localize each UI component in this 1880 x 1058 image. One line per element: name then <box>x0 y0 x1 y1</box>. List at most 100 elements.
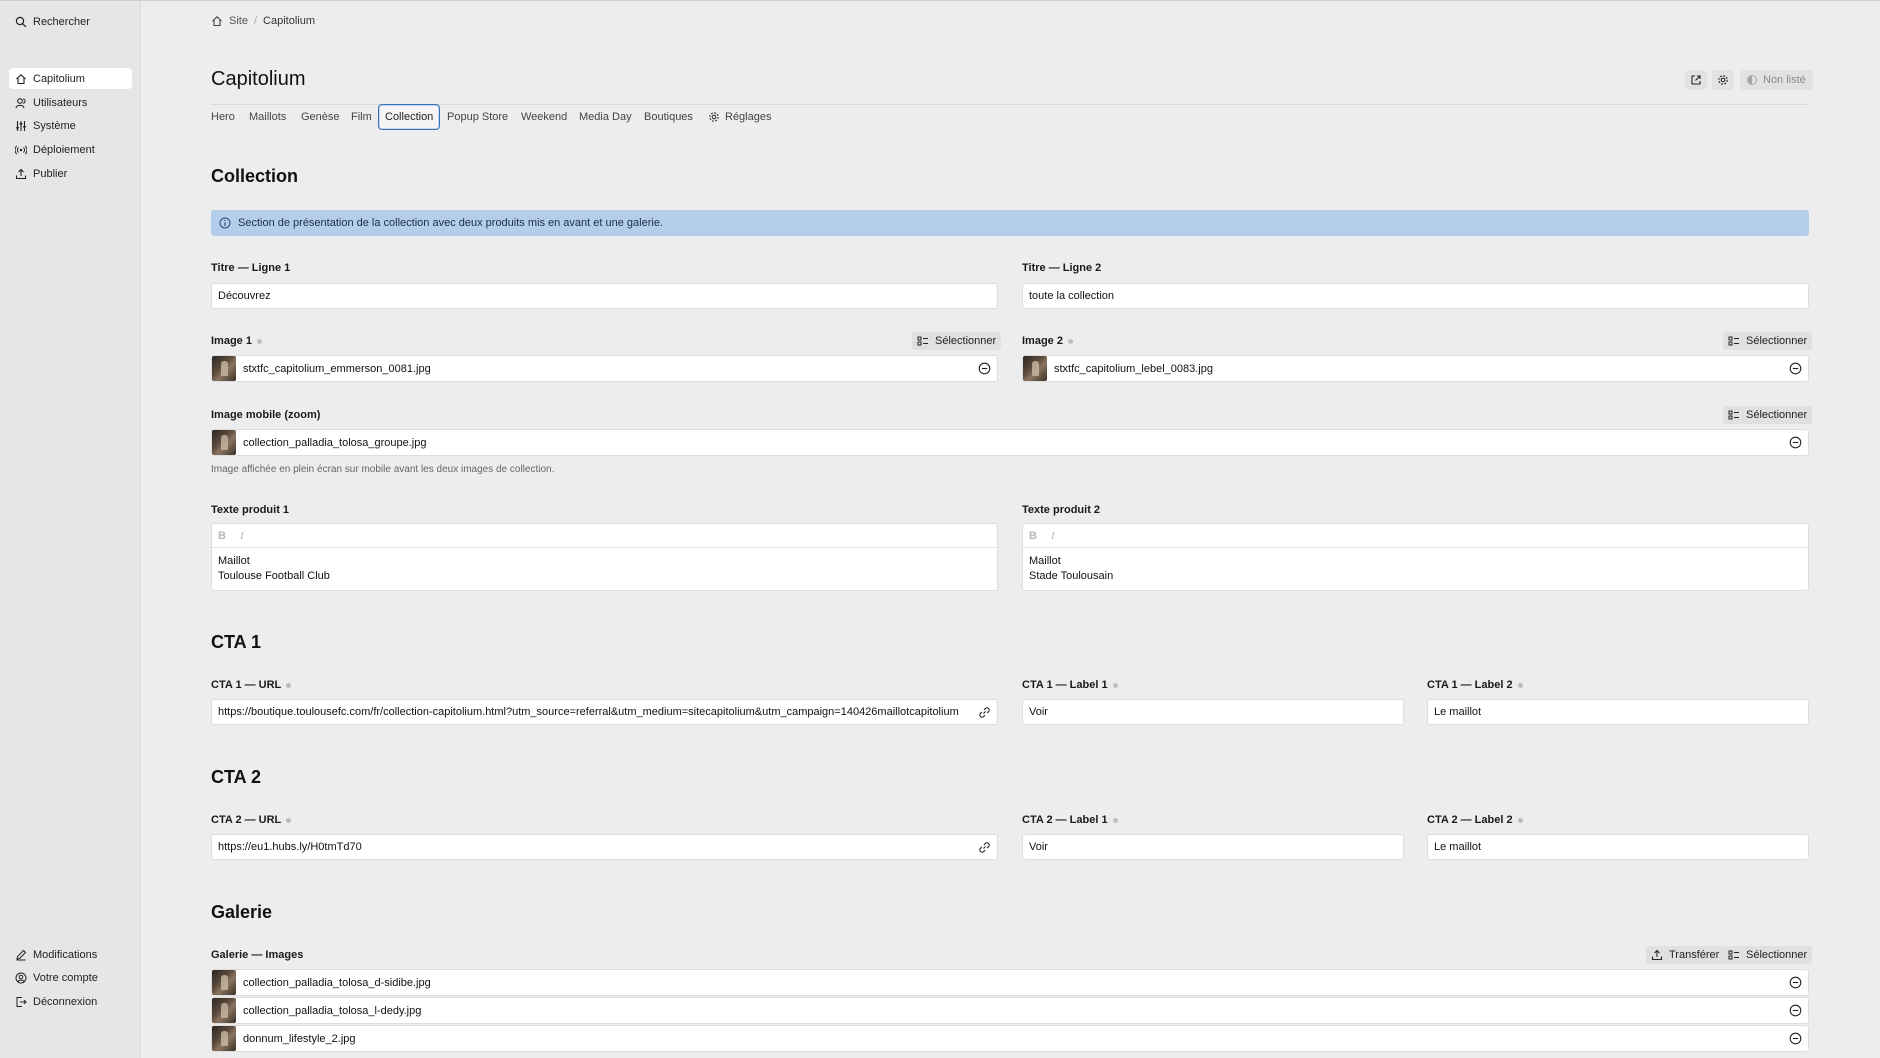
sidebar-item-votre-compte[interactable]: Votre compte <box>9 967 132 988</box>
italic-button[interactable]: I <box>1051 530 1055 542</box>
image1-select-button[interactable]: Sélectionner <box>912 332 1002 350</box>
pencil-icon <box>16 949 27 960</box>
image2-label: Image 2 <box>1022 335 1073 347</box>
button-label: Sélectionner <box>1746 949 1808 961</box>
sidebar-item-utilisateurs[interactable]: Utilisateurs <box>9 92 132 113</box>
breadcrumb-current[interactable]: Capitolium <box>263 15 315 27</box>
sidebar-item-deploiement[interactable]: Déploiement <box>9 139 132 160</box>
link-icon[interactable] <box>978 706 991 719</box>
section-title-collection: Collection <box>211 166 299 186</box>
field-label: CTA 2 — Label 1 <box>1022 814 1108 826</box>
sidebar: Rechercher Capitolium Utilisateurs Systè… <box>0 1 141 1058</box>
field-value: https://boutique.toulousefc.com/fr/colle… <box>218 706 959 718</box>
button-label: Sélectionner <box>935 335 997 347</box>
titre1-field[interactable]: Découvrez <box>211 283 998 309</box>
required-indicator <box>256 338 262 344</box>
section-title-galerie: Galerie <box>211 902 273 922</box>
texte1-editor[interactable]: B I Maillot Toulouse Football Club <box>211 523 998 591</box>
image1-file-row[interactable]: stxtfc_capitolium_emmerson_0081.jpg <box>211 355 998 382</box>
list-select-icon <box>1728 410 1739 420</box>
field-label: Image 2 <box>1022 335 1063 347</box>
tab-label: Hero <box>211 111 235 123</box>
sidebar-item-deconnexion[interactable]: Déconnexion <box>9 991 132 1012</box>
field-label: Image mobile (zoom) <box>211 409 321 421</box>
editor-body[interactable]: Maillot Stade Toulousain <box>1023 548 1808 590</box>
texte2-editor[interactable]: B I Maillot Stade Toulousain <box>1022 523 1809 591</box>
tab-media-day[interactable]: Media Day <box>573 104 638 130</box>
titre2-field[interactable]: toute la collection <box>1022 283 1809 309</box>
cta2-label2-field[interactable]: Le maillot <box>1427 834 1809 860</box>
bold-button[interactable]: B <box>1029 530 1037 542</box>
status-icon <box>1747 75 1757 85</box>
tab-label: Genèse <box>301 111 340 123</box>
field-label: Titre — Ligne 1 <box>211 262 291 274</box>
image2-select-button[interactable]: Sélectionner <box>1723 332 1813 350</box>
tab-reglages[interactable]: Réglages <box>702 104 777 130</box>
tab-popup-store[interactable]: Popup Store <box>441 104 514 130</box>
sidebar-item-modifications[interactable]: Modifications <box>9 944 132 965</box>
field-label: Titre — Ligne 2 <box>1022 262 1102 274</box>
galerie-images-label: Galerie — Images <box>211 949 303 961</box>
status-badge[interactable]: Non listé <box>1740 70 1813 90</box>
remove-icon[interactable] <box>1789 362 1802 375</box>
required-indicator <box>1517 682 1523 688</box>
remove-icon[interactable] <box>978 362 991 375</box>
galerie-upload-button[interactable]: Transférer <box>1646 946 1725 964</box>
tab-label: Popup Store <box>447 111 509 123</box>
cta2-label1-field[interactable]: Voir <box>1022 834 1404 860</box>
breadcrumb-root[interactable]: Site <box>229 15 248 27</box>
field-value: Le maillot <box>1434 841 1482 853</box>
tab-collection[interactable]: Collection <box>378 104 441 130</box>
sidebar-item-capitolium[interactable]: Capitolium <box>9 68 132 89</box>
remove-icon[interactable] <box>1789 1004 1802 1017</box>
link-icon[interactable] <box>978 841 991 854</box>
broadcast-icon <box>15 144 27 155</box>
cta1-label1-field[interactable]: Voir <box>1022 699 1404 725</box>
tab-hero[interactable]: Hero <box>205 104 241 130</box>
sidebar-item-label: Votre compte <box>33 971 98 984</box>
home-icon[interactable] <box>211 15 223 27</box>
list-select-icon <box>917 336 928 346</box>
cta2-url-field[interactable]: https://eu1.hubs.ly/H0tmTd70 <box>211 834 998 860</box>
field-value: toute la collection <box>1029 290 1114 302</box>
bold-button[interactable]: B <box>218 530 226 542</box>
search-button[interactable]: Rechercher <box>9 11 132 32</box>
editor-body[interactable]: Maillot Toulouse Football Club <box>212 548 997 590</box>
required-indicator <box>1067 338 1073 344</box>
image-mobile-file-row[interactable]: collection_palladia_tolosa_groupe.jpg <box>211 429 1809 456</box>
sidebar-item-publier[interactable]: Publier <box>9 163 132 184</box>
list-item[interactable]: collection_palladia_tolosa_l-dedy.jpg <box>211 997 1809 1024</box>
home-icon <box>16 73 26 84</box>
list-select-icon <box>1728 336 1739 346</box>
field-label: Image 1 <box>211 335 252 347</box>
image-thumbnail <box>212 430 236 455</box>
tab-maillots[interactable]: Maillots <box>243 104 292 130</box>
open-external-button[interactable] <box>1685 70 1707 90</box>
editor-line: Maillot <box>218 555 250 567</box>
editor-toolbar: B I <box>1023 524 1808 548</box>
external-link-icon <box>1691 75 1701 85</box>
tab-boutiques[interactable]: Boutiques <box>638 104 699 130</box>
remove-icon[interactable] <box>1789 436 1802 449</box>
list-item[interactable]: donnum_lifestyle_2.jpg <box>211 1025 1809 1052</box>
cta1-url-field[interactable]: https://boutique.toulousefc.com/fr/colle… <box>211 699 998 725</box>
galerie-select-button[interactable]: Sélectionner <box>1723 946 1813 964</box>
italic-button[interactable]: I <box>240 530 244 542</box>
field-label: CTA 2 — Label 2 <box>1427 814 1513 826</box>
image-mobile-select-button[interactable]: Sélectionner <box>1723 406 1813 424</box>
image2-file-row[interactable]: stxtfc_capitolium_lebel_0083.jpg <box>1022 355 1809 382</box>
sidebar-item-systeme[interactable]: Système <box>9 115 132 136</box>
cta1-label2-field[interactable]: Le maillot <box>1427 699 1809 725</box>
image1-label: Image 1 <box>211 335 262 347</box>
tab-label: Maillots <box>249 111 287 123</box>
list-item[interactable]: collection_palladia_tolosa_d-sidibe.jpg <box>211 969 1809 996</box>
remove-icon[interactable] <box>1789 1032 1802 1045</box>
tab-weekend[interactable]: Weekend <box>515 104 573 130</box>
search-label: Rechercher <box>33 15 90 28</box>
page-settings-button[interactable] <box>1712 70 1734 90</box>
tab-genese[interactable]: Genèse <box>295 104 346 130</box>
section-title-cta1: CTA 1 <box>211 632 262 652</box>
field-value: https://eu1.hubs.ly/H0tmTd70 <box>218 841 362 853</box>
remove-icon[interactable] <box>1789 976 1802 989</box>
tab-film[interactable]: Film <box>345 104 378 130</box>
